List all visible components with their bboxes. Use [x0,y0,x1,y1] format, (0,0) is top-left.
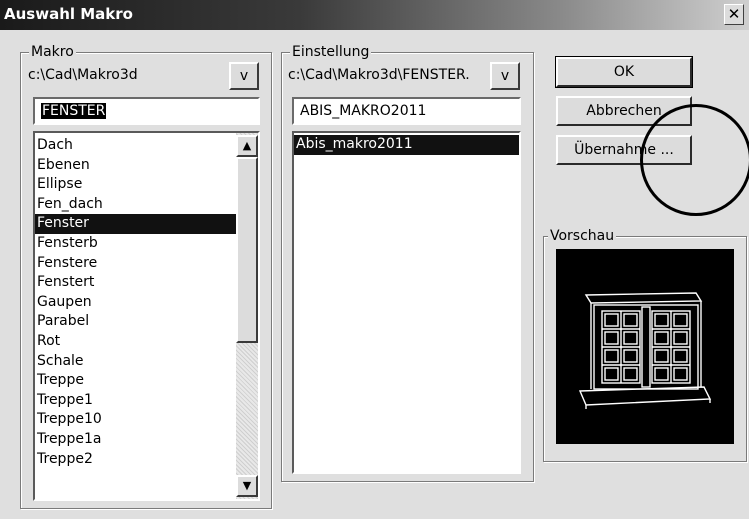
scroll-thumb[interactable] [236,157,258,343]
list-item[interactable]: Parabel [35,312,236,332]
makro-legend: Makro [29,43,76,61]
chevron-down-icon: v [239,68,249,84]
ok-label: OK [613,64,635,80]
list-item[interactable]: Abis_makro2011 [294,135,519,155]
chevron-down-icon: v [500,68,510,84]
makro-path: c:\Cad\Makro3d [28,67,138,83]
window-title: Auswahl Makro [4,5,133,23]
list-item[interactable]: Treppe1a [35,430,236,450]
list-item[interactable]: Fenstert [35,273,236,293]
cancel-label: Abbrechen [586,103,662,119]
list-item[interactable]: Treppe [35,371,236,391]
makro-input[interactable]: FENSTER [33,97,260,125]
list-item[interactable]: Fensterb [35,234,236,254]
list-item[interactable]: Treppe2 [35,450,236,470]
title-bar[interactable]: Auswahl Makro ✕ [0,0,749,30]
makro-input-value: FENSTER [41,103,107,119]
preview-legend: Vorschau [548,227,617,245]
preview-group: Vorschau [543,227,747,462]
makro-dropdown-button[interactable]: v [229,62,259,90]
list-item[interactable]: Treppe1 [35,391,236,411]
list-item[interactable]: Fenster [35,214,236,234]
einstellung-list[interactable]: Abis_makro2011 [292,131,521,474]
close-icon: ✕ [727,5,741,23]
arrow-down-icon: ▼ [242,479,252,492]
list-item[interactable]: Fen_dach [35,195,236,215]
close-button[interactable]: ✕ [724,4,744,25]
makro-group: Makro c:\Cad\Makro3d v FENSTER Dach Ebene… [20,43,272,509]
einstellung-list-items: Abis_makro2011 [294,135,519,155]
scroll-up-button[interactable]: ▲ [236,135,258,157]
ok-button[interactable]: OK [555,56,693,88]
cancel-button[interactable]: Abbrechen [556,96,692,126]
list-item[interactable]: Ebenen [35,156,236,176]
window-3d-wireframe-icon [578,292,712,409]
einstellung-group: Einstellung c:\Cad\Makro3d\FENSTER. v AB… [281,43,534,482]
list-item[interactable]: Treppe10 [35,410,236,430]
arrow-up-icon: ▲ [242,139,252,152]
einstellung-legend: Einstellung [290,43,372,61]
makro-list-items: Dach Ebenen Ellipse Fen_dach Fenster Fensterb… [35,136,236,469]
einstellung-input[interactable]: ABIS_MAKRO2011 [292,97,521,125]
list-item[interactable]: Gaupen [35,293,236,313]
apply-label: Übernahme ... [574,142,674,158]
list-item[interactable]: Dach [35,136,236,156]
preview-image [556,249,734,444]
list-item[interactable]: Rot [35,332,236,352]
apply-button[interactable]: Übernahme ... [556,135,692,165]
einstellung-input-value: ABIS_MAKRO2011 [300,103,427,119]
einstellung-path: c:\Cad\Makro3d\FENSTER. [288,67,470,83]
einstellung-dropdown-button[interactable]: v [490,62,520,90]
makro-list[interactable]: Dach Ebenen Ellipse Fen_dach Fenster Fensterb… [33,131,260,501]
list-item[interactable]: Fenstere [35,254,236,274]
makro-scrollbar[interactable]: ▲ ▼ [236,133,258,499]
list-item[interactable]: Ellipse [35,175,236,195]
list-item[interactable]: Schale [35,352,236,372]
scroll-down-button[interactable]: ▼ [236,475,258,497]
